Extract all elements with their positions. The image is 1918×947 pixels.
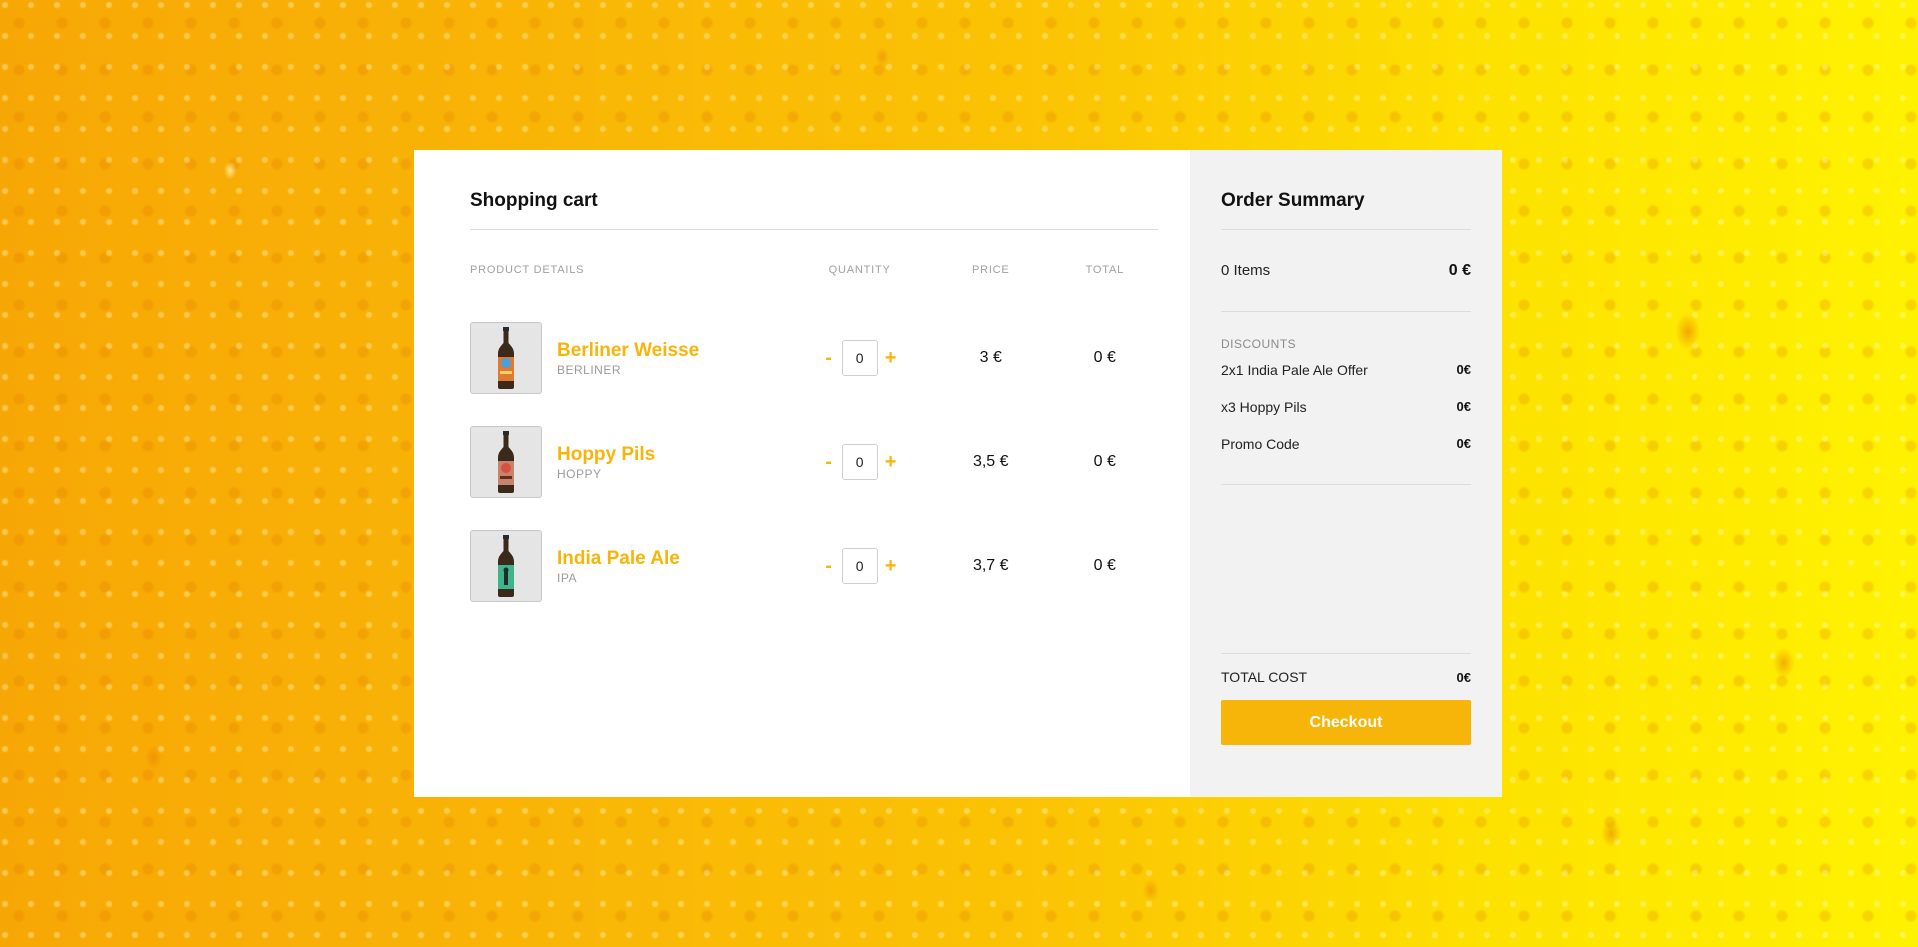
- total-cost-line: TOTAL COST 0€: [1221, 654, 1471, 700]
- items-count-line: 0 Items 0 €: [1221, 230, 1471, 312]
- quantity-stepper: - +: [789, 444, 930, 480]
- column-header-price: PRICE: [971, 264, 1010, 276]
- product-name[interactable]: Berliner Weisse: [557, 340, 699, 362]
- product-details: Hoppy Pils HOPPY: [470, 426, 789, 498]
- product-thumbnail: [470, 530, 542, 602]
- cart-title: Shopping cart: [470, 150, 1158, 230]
- order-summary-panel: Order Summary 0 Items 0 € DISCOUNTS 2x1 …: [1190, 150, 1502, 797]
- product-name-block: Hoppy Pils HOPPY: [557, 444, 655, 481]
- line-total: 0 €: [1093, 557, 1116, 574]
- column-header-product: PRODUCT DETAILS: [470, 264, 585, 276]
- cart-column-headers: PRODUCT DETAILS QUANTITY PRICE TOTAL: [470, 264, 1158, 276]
- discount-label: 2x1 India Pale Ale Offer: [1221, 361, 1368, 378]
- line-total: 0 €: [1093, 349, 1116, 366]
- product-code: BERLINER: [557, 362, 622, 377]
- discount-item: x3 Hoppy Pils 0€: [1221, 388, 1471, 425]
- items-count-label: 0 Items: [1221, 262, 1271, 279]
- product-name-block: India Pale Ale IPA: [557, 548, 680, 585]
- beer-bottle-icon: [498, 535, 514, 597]
- shopping-cart-panel: Shopping cart PRODUCT DETAILS QUANTITY P…: [414, 150, 1190, 797]
- quantity-stepper: - +: [789, 340, 930, 376]
- product-code: IPA: [557, 570, 577, 585]
- quantity-input[interactable]: [841, 548, 878, 584]
- unit-price: 3,5 €: [972, 453, 1009, 470]
- discount-item: Promo Code 0€: [1221, 425, 1471, 462]
- cart-card: Shopping cart PRODUCT DETAILS QUANTITY P…: [414, 150, 1502, 797]
- discount-value: 0€: [1456, 362, 1471, 377]
- cart-items: Berliner Weisse BERLINER - + 3 € 0 €: [470, 306, 1158, 618]
- discount-item: 2x1 India Pale Ale Offer 0€: [1221, 351, 1471, 388]
- beer-bottle-icon: [498, 327, 514, 389]
- product-details: India Pale Ale IPA: [470, 530, 789, 602]
- product-thumbnail: [470, 426, 542, 498]
- discount-value: 0€: [1456, 399, 1471, 414]
- product-name-block: Berliner Weisse BERLINER: [557, 340, 699, 377]
- cart-row: Berliner Weisse BERLINER - + 3 € 0 €: [470, 306, 1158, 410]
- increase-quantity-button[interactable]: +: [884, 555, 898, 578]
- beer-bottle-icon: [498, 431, 514, 493]
- cart-row: India Pale Ale IPA - + 3,7 € 0 €: [470, 514, 1158, 618]
- discount-label: Promo Code: [1221, 435, 1300, 452]
- increase-quantity-button[interactable]: +: [884, 451, 898, 474]
- total-cost-block: TOTAL COST 0€ Checkout: [1221, 653, 1471, 745]
- product-name[interactable]: India Pale Ale: [557, 548, 680, 570]
- line-total: 0 €: [1093, 453, 1116, 470]
- decrease-quantity-button[interactable]: -: [822, 555, 836, 578]
- items-subtotal: 0 €: [1448, 261, 1471, 279]
- decrease-quantity-button[interactable]: -: [822, 347, 836, 370]
- product-code: HOPPY: [557, 466, 602, 481]
- quantity-stepper: - +: [789, 548, 930, 584]
- cart-row: Hoppy Pils HOPPY - + 3,5 € 0 €: [470, 410, 1158, 514]
- product-thumbnail: [470, 322, 542, 394]
- summary-title: Order Summary: [1221, 150, 1471, 230]
- checkout-button[interactable]: Checkout: [1221, 700, 1471, 745]
- product-name[interactable]: Hoppy Pils: [557, 444, 655, 466]
- total-cost-label: TOTAL COST: [1221, 669, 1308, 685]
- product-details: Berliner Weisse BERLINER: [470, 322, 789, 394]
- unit-price: 3 €: [979, 349, 1002, 366]
- discount-label: x3 Hoppy Pils: [1221, 398, 1307, 415]
- discounts-list: 2x1 India Pale Ale Offer 0€ x3 Hoppy Pil…: [1221, 351, 1471, 485]
- column-header-total: TOTAL: [1085, 264, 1125, 276]
- column-header-quantity: QUANTITY: [828, 264, 891, 276]
- increase-quantity-button[interactable]: +: [884, 347, 898, 370]
- decrease-quantity-button[interactable]: -: [822, 451, 836, 474]
- unit-price: 3,7 €: [972, 557, 1009, 574]
- discount-value: 0€: [1456, 436, 1471, 451]
- quantity-input[interactable]: [841, 340, 878, 376]
- quantity-input[interactable]: [841, 444, 878, 480]
- total-cost-value: 0€: [1456, 669, 1471, 685]
- discounts-heading: DISCOUNTS: [1221, 337, 1297, 351]
